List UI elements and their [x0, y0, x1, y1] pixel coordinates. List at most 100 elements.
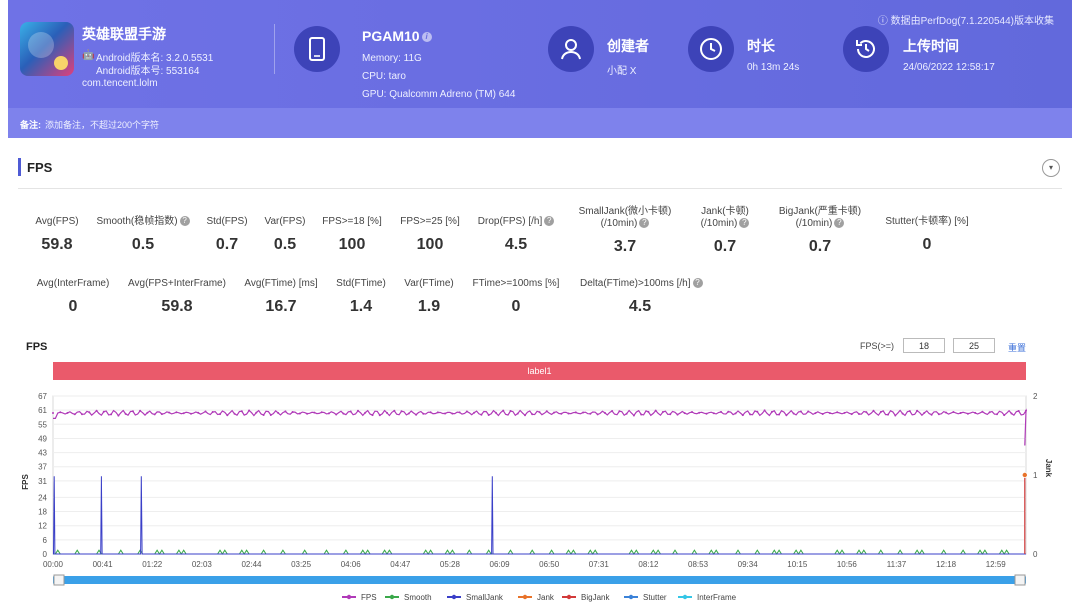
help-icon[interactable]: ?	[692, 278, 703, 289]
fps-point	[458, 411, 461, 414]
fps-point	[676, 413, 679, 416]
fps-point	[182, 412, 185, 415]
fps-point	[262, 414, 265, 416]
section-title: FPS	[27, 160, 53, 175]
legend-item-smalljank: SmallJank	[466, 593, 504, 602]
y2-tick-label: 1	[1033, 471, 1038, 480]
fps-point	[618, 410, 621, 413]
fps-point	[197, 411, 200, 414]
fps-point	[937, 413, 940, 416]
x-tick-label: 07:31	[589, 560, 610, 569]
help-icon[interactable]: ?	[639, 218, 650, 229]
fps-point	[364, 411, 367, 414]
x-tick-label: 10:15	[787, 560, 808, 569]
help-icon[interactable]: ?	[739, 218, 750, 229]
y-tick-label: 31	[38, 477, 47, 486]
x-tick-label: 10:56	[837, 560, 858, 569]
y2-tick-label: 0	[1033, 550, 1038, 559]
remark-input[interactable]: 添加备注，不超过200个字符	[45, 120, 159, 130]
x-tick-label: 12:59	[986, 560, 1007, 569]
fps-point	[226, 414, 229, 417]
device-gpu: GPU: Qualcomm Adreno (TM) 644	[362, 89, 516, 100]
creator-value: 小配 X	[607, 66, 637, 77]
fps-point	[574, 411, 577, 414]
range-handle-left[interactable]	[53, 574, 65, 586]
report-header: ⓘ 数据由PerfDog(7.1.220544)版本收集 英雄联盟手游 🤖 An…	[8, 0, 1072, 108]
fps-point	[632, 414, 635, 417]
stat-label: Avg(FPS+InterFrame)	[128, 278, 226, 289]
fps-point	[727, 410, 730, 413]
fps-chart: 0612182431374349556167012FPSJank00:00 00:…	[21, 392, 1053, 602]
fps-point	[269, 414, 272, 416]
remark-bar[interactable]: 备注: 添加备注，不超过200个字符	[8, 108, 1072, 138]
fps-point	[451, 412, 454, 415]
y-tick-label: 55	[38, 420, 47, 429]
stat-label-2: (/10min)?	[760, 218, 880, 230]
x-tick-label: 01:22	[142, 560, 163, 569]
legend-item-stutter: Stutter	[643, 593, 667, 602]
fps-point	[625, 412, 628, 415]
fps-point	[661, 411, 664, 413]
app-name: 英雄联盟手游	[82, 26, 166, 42]
fps-point	[799, 410, 802, 413]
threshold-low-input[interactable]	[903, 338, 945, 353]
stat-value: 0	[68, 298, 78, 315]
fps-point	[102, 410, 105, 413]
fps-point	[691, 411, 693, 413]
label-bar[interactable]: label1	[53, 362, 1026, 380]
fps-point	[494, 411, 497, 414]
x-tick-label: 00:00	[43, 560, 64, 569]
fps-point	[320, 411, 323, 414]
fps-point	[160, 413, 163, 416]
range-slider-track[interactable]	[53, 576, 1026, 584]
fps-point	[778, 413, 781, 416]
fps-point	[996, 413, 998, 416]
legend-dot	[628, 594, 634, 600]
fps-point	[146, 411, 149, 414]
collapse-icon[interactable]: ▾	[1042, 159, 1060, 177]
fps-point	[836, 411, 839, 414]
fps-point	[131, 410, 134, 413]
fps-point	[342, 412, 345, 415]
fps-point	[473, 411, 476, 414]
y-tick-label: 61	[38, 406, 47, 415]
x-tick-label: 06:09	[490, 560, 511, 569]
fps-point	[749, 413, 752, 416]
stat-stats_row2-6: Delta(FTime)>100ms [/h]? 4.5	[580, 278, 703, 316]
help-icon[interactable]: ?	[544, 216, 555, 227]
stat-value: 0	[511, 298, 521, 315]
fps-point	[190, 412, 192, 415]
fps-point	[52, 412, 54, 414]
fps-point	[81, 413, 83, 416]
fps-point	[560, 412, 563, 415]
fps-point	[509, 410, 512, 412]
fps-point	[901, 412, 904, 415]
fps-point	[429, 411, 432, 414]
threshold-high-input[interactable]	[953, 338, 995, 353]
range-handle-right[interactable]	[1014, 574, 1026, 586]
stat-stats_row1-6: Drop(FPS) [/h]? 4.5	[456, 216, 576, 254]
fps-point	[763, 409, 766, 412]
x-tick-label: 09:34	[738, 560, 759, 569]
y-tick-label: 6	[43, 536, 48, 545]
fps-point	[487, 414, 490, 416]
fps-point	[865, 411, 868, 414]
help-icon[interactable]: ?	[834, 218, 845, 229]
reset-button[interactable]: 重置	[1008, 341, 1026, 354]
y2-tick-label: 2	[1033, 392, 1038, 401]
fps-point	[298, 412, 301, 415]
collect-note: ⓘ 数据由PerfDog(7.1.220544)版本收集	[877, 16, 1054, 27]
fps-point	[335, 413, 338, 416]
fps-point	[734, 412, 737, 415]
stat-stats_row1-10: Stutter(卡顿率) [%] 0	[867, 216, 987, 254]
stat-label: Delta(FTime)>100ms [/h]?	[580, 278, 703, 290]
device-name: PGAM10 i	[362, 28, 432, 44]
section-accent	[18, 158, 21, 176]
fps-point	[611, 410, 614, 412]
fps-point	[233, 412, 236, 415]
fps-point	[378, 414, 381, 417]
fps-point	[255, 411, 258, 414]
fps-point	[669, 413, 672, 416]
x-tick-label: 08:12	[638, 560, 659, 569]
fps-point	[603, 411, 606, 414]
